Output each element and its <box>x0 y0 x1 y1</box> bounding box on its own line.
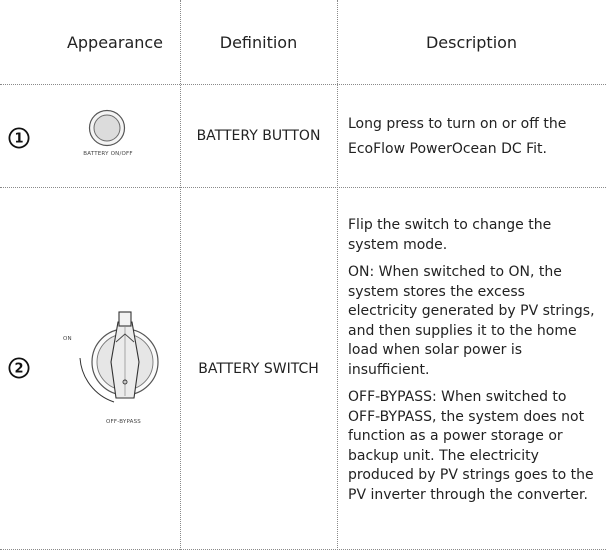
circled-number-icon: 2 <box>8 357 30 379</box>
definition-battery-button: BATTERY BUTTON <box>196 127 321 144</box>
on-mode-text: When switched to <box>374 264 509 280</box>
battery-button-icon <box>88 109 126 147</box>
switch-label-on: ON <box>63 336 72 342</box>
row-number-text: 1 <box>14 132 23 147</box>
description-text: Long press to turn on or off the EcoFlow… <box>348 116 567 157</box>
row-number-text: 2 <box>14 362 23 377</box>
description-battery-switch: Flip the switch to change the system mod… <box>348 216 596 505</box>
header-appearance: Appearance <box>66 32 164 52</box>
circled-number-icon: 1 <box>8 127 30 149</box>
bypass-mode-label: OFF-BYPASS: <box>348 389 437 405</box>
on-mode-label: ON: <box>348 264 375 280</box>
description-on-mode: ON: When switched to ON, the system stor… <box>348 263 596 380</box>
on-mode-word: ON <box>508 264 530 280</box>
battery-button-caption: BATTERY ON/OFF <box>83 151 133 157</box>
row-number-2: 2 <box>8 357 30 379</box>
bypass-mode-text: When switched to OFF-BYPASS, the system … <box>348 389 594 503</box>
row-number-1: 1 <box>8 127 30 149</box>
description-intro: Flip the switch to change the system mod… <box>348 217 552 253</box>
on-mode-text: , the system stores the excess electrici… <box>348 264 595 378</box>
manual-table: Appearance Definition Description 1 BATT… <box>0 0 606 550</box>
switch-label-off-bypass: OFF-BYPASS <box>106 419 141 425</box>
header-description: Description <box>425 32 518 52</box>
definition-battery-switch: BATTERY SWITCH <box>198 360 319 377</box>
header-definition: Definition <box>219 32 298 52</box>
battery-switch-icon <box>79 311 159 403</box>
description-bypass-mode: OFF-BYPASS: When switched to OFF-BYPASS,… <box>348 388 596 505</box>
description-battery-button: Long press to turn on or off the EcoFlow… <box>348 112 596 162</box>
